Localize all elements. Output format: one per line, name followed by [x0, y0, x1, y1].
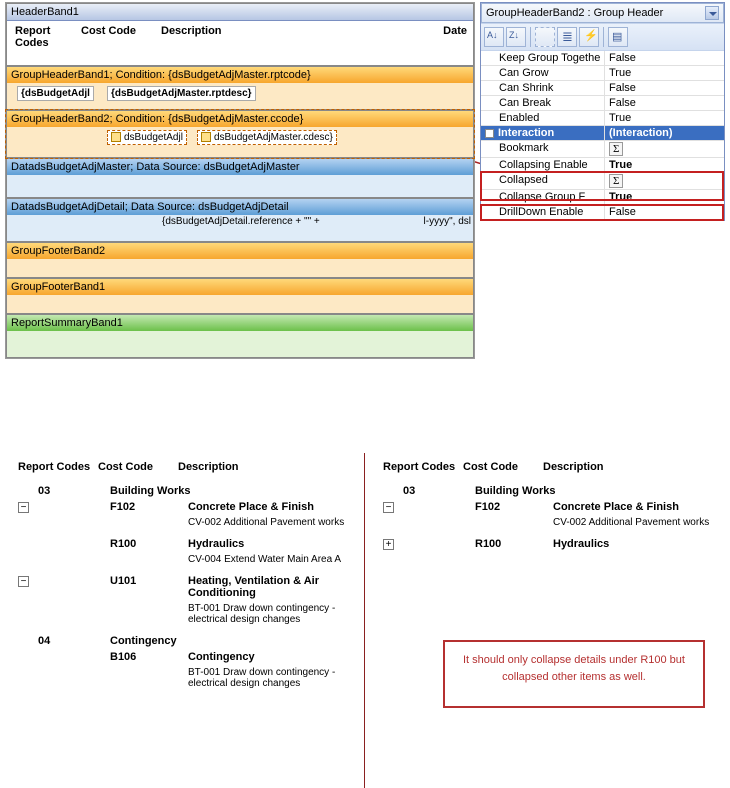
prop-row-bookmark: BookmarkΣ — [481, 141, 724, 158]
combo-value: GroupHeaderBand2 : Group Header — [486, 7, 705, 19]
report-designer[interactable]: HeaderBand1 Report Codes Cost Code Descr… — [5, 2, 475, 359]
band-header[interactable]: HeaderBand1 Report Codes Cost Code Descr… — [6, 3, 474, 66]
pages-button[interactable] — [608, 27, 628, 47]
expression-field[interactable]: l-yyyy", dsl — [424, 216, 471, 227]
sort-categorized-button[interactable] — [484, 27, 504, 47]
prop-row: Keep Group TogetheFalse — [481, 51, 724, 66]
detail-text: BT-001 Draw down contingency - electrica… — [188, 667, 346, 689]
prop-row: Can BreakFalse — [481, 96, 724, 111]
prop-row: EnabledTrue — [481, 111, 724, 126]
collapse-icon[interactable]: − — [18, 502, 29, 513]
events-button[interactable] — [579, 27, 599, 47]
expand-icon[interactable]: + — [383, 539, 394, 550]
band-title: GroupFooterBand2 — [7, 243, 473, 259]
band-title: DatadsBudgetAdjMaster; Data Source: dsBu… — [7, 159, 473, 175]
data-row: +R100Hydraulics — [383, 538, 712, 550]
expression-field[interactable]: {dsBudgetAdjl — [17, 86, 94, 101]
object-selector-combo[interactable]: GroupHeaderBand2 : Group Header — [481, 3, 724, 23]
prop-row: Can ShrinkFalse — [481, 81, 724, 96]
property-toolbar — [481, 23, 724, 51]
data-row: −U101Heating, Ventilation & Air Conditio… — [18, 575, 346, 599]
preview-area: Report Codes Cost Code Description 03Bui… — [0, 453, 730, 788]
col-report-codes: Report Codes — [383, 461, 463, 473]
band-report-summary[interactable]: ReportSummaryBand1 — [6, 314, 474, 358]
prop-row: Can GrowTrue — [481, 66, 724, 81]
detail-text: BT-001 Draw down contingency - electrica… — [188, 603, 346, 625]
field-icon — [201, 132, 211, 142]
group-row: 04Contingency — [18, 635, 346, 647]
band-groupheader2[interactable]: GroupHeaderBand2; Condition: {dsBudgetAd… — [6, 110, 474, 158]
col-report-codes: Report Codes — [18, 461, 98, 473]
property-panel: GroupHeaderBand2 : Group Header Keep Gro… — [480, 2, 725, 221]
prop-row-drilldown: DrillDown EnableFalse — [481, 205, 724, 220]
expression-field[interactable]: dsBudgetAdjl — [107, 130, 187, 145]
band-title: ReportSummaryBand1 — [7, 315, 473, 331]
sigma-icon: Σ — [609, 142, 623, 156]
detail-text: CV-002 Additional Pavement works — [553, 517, 712, 528]
col-description: Description — [157, 25, 226, 49]
property-grid[interactable]: Keep Group TogetheFalse Can GrowTrue Can… — [481, 51, 724, 220]
col-description: Description — [543, 461, 604, 473]
expression-field[interactable]: dsBudgetAdjMaster.cdesc} — [197, 130, 337, 145]
col-cost-code: Cost Code — [98, 461, 178, 473]
data-row: −F102Concrete Place & Finish — [383, 501, 712, 513]
prop-row-collapsing-enabled: Collapsing EnableTrue — [481, 158, 724, 173]
data-row: B106Contingency — [18, 651, 346, 663]
col-description: Description — [178, 461, 239, 473]
expression-field[interactable]: {dsBudgetAdjMaster.rptdesc} — [107, 86, 256, 101]
prop-row-collapse-group-footer: Collapse Group FTrue — [481, 190, 724, 205]
detail-text: CV-004 Extend Water Main Area A — [188, 554, 346, 565]
localize-button[interactable] — [535, 27, 555, 47]
band-groupfooter1[interactable]: GroupFooterBand1 — [6, 278, 474, 314]
band-title: DatadsBudgetAdjDetail; Data Source: dsBu… — [7, 199, 473, 215]
field-icon — [111, 132, 121, 142]
preview-right: Report Codes Cost Code Description 03Bui… — [365, 453, 730, 788]
group-row: 03Building Works — [383, 485, 712, 497]
sort-alpha-button[interactable] — [506, 27, 526, 47]
col-date: Date — [443, 25, 467, 37]
data-row: R100Hydraulics — [18, 538, 346, 550]
band-groupfooter2[interactable]: GroupFooterBand2 — [6, 242, 474, 278]
callout-text: It should only collapse details under R1… — [463, 654, 685, 683]
sigma-icon: Σ — [609, 174, 623, 188]
col-cost-code: Cost Code — [463, 461, 543, 473]
group-row: 03Building Works — [18, 485, 346, 497]
detail-text: CV-002 Additional Pavement works — [188, 517, 346, 528]
collapse-icon[interactable]: − — [18, 576, 29, 587]
band-groupheader1[interactable]: GroupHeaderBand1; Condition: {dsBudgetAd… — [6, 66, 474, 110]
collapse-icon[interactable]: − — [383, 502, 394, 513]
expression-field[interactable]: {dsBudgetAdjDetail.reference + "" + — [162, 216, 320, 227]
data-row: −F102Concrete Place & Finish — [18, 501, 346, 513]
preview-left: Report Codes Cost Code Description 03Bui… — [0, 453, 365, 788]
prop-row-collapsed: CollapsedΣ — [481, 173, 724, 190]
col-cost-code: Cost Code — [77, 25, 157, 49]
collapse-icon[interactable]: − — [485, 129, 494, 138]
band-title: GroupFooterBand1 — [7, 279, 473, 295]
band-data-detail[interactable]: DatadsBudgetAdjDetail; Data Source: dsBu… — [6, 198, 474, 242]
list-button[interactable] — [557, 27, 577, 47]
band-title: GroupHeaderBand2; Condition: {dsBudgetAd… — [7, 111, 473, 127]
band-title: HeaderBand1 — [7, 4, 473, 21]
prop-row-interaction[interactable]: −Interaction(Interaction) — [481, 126, 724, 141]
col-report-codes: Report Codes — [11, 25, 77, 49]
band-data-master[interactable]: DatadsBudgetAdjMaster; Data Source: dsBu… — [6, 158, 474, 198]
annotation-callout: It should only collapse details under R1… — [443, 640, 705, 708]
band-title: GroupHeaderBand1; Condition: {dsBudgetAd… — [7, 67, 473, 83]
chevron-down-icon[interactable] — [705, 6, 719, 20]
